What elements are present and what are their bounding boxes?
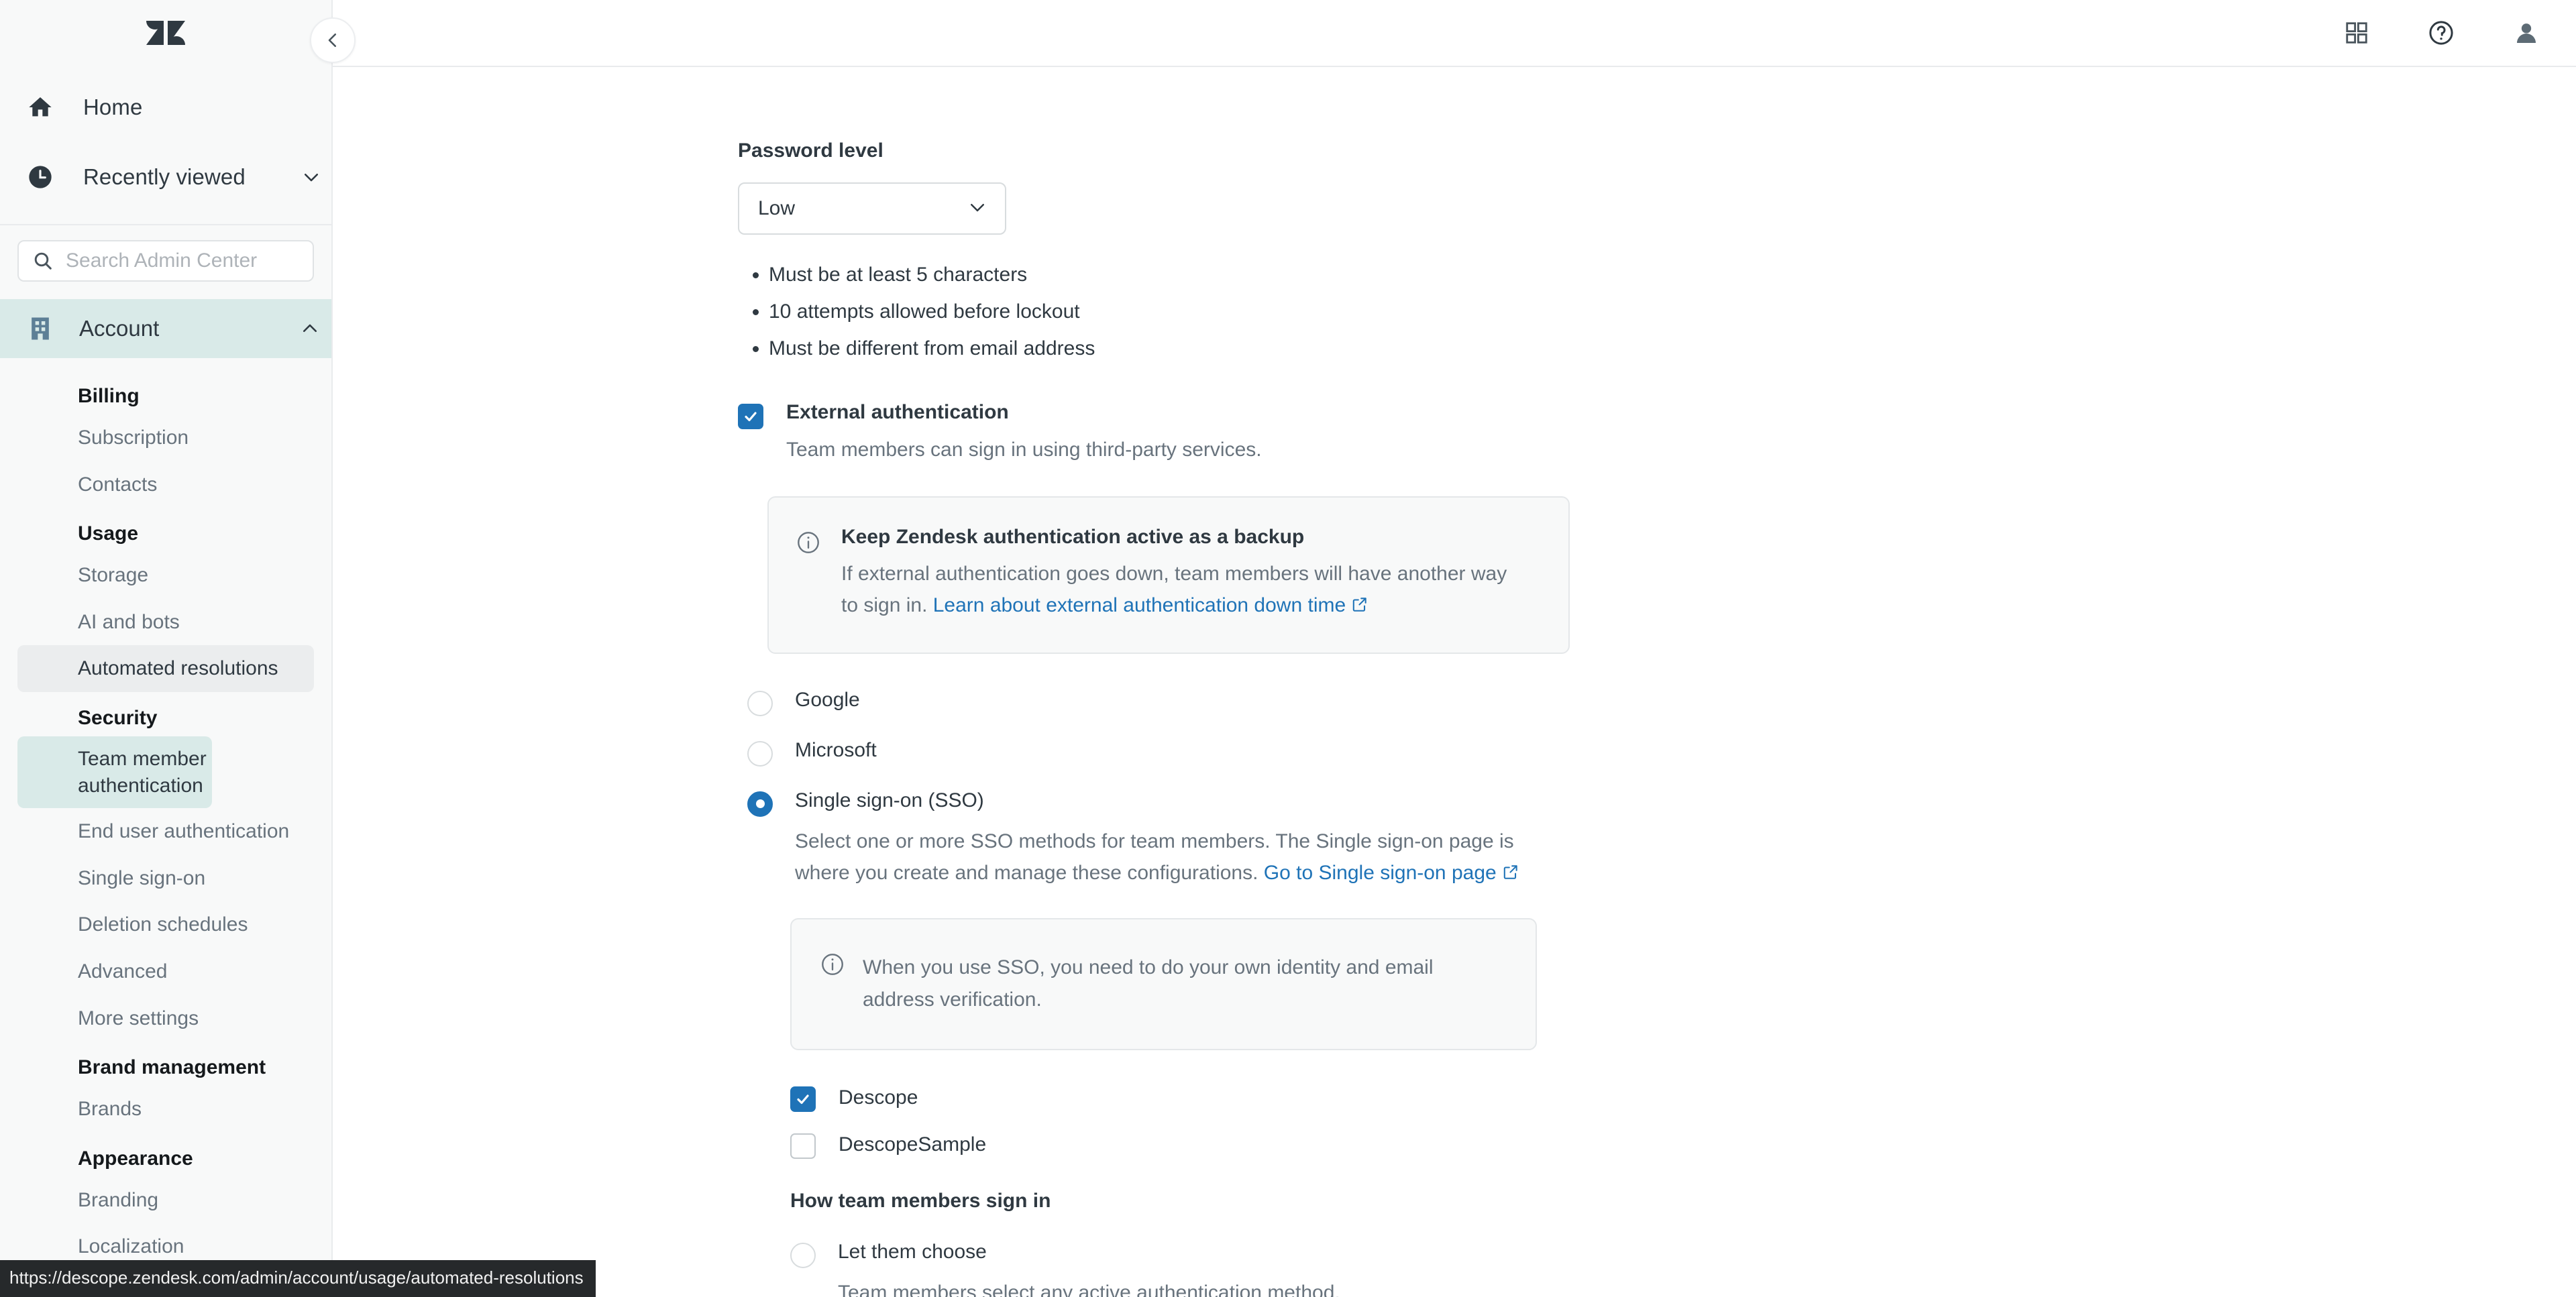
sign-in-let-them-choose-description: Team members select any active authentic… (838, 1282, 1340, 1297)
zendesk-logo[interactable] (145, 14, 186, 59)
auth-method-option-sso: Single sign-on (SSO) Select one or more … (747, 789, 2576, 891)
sidebar-group-heading: Billing (78, 385, 140, 407)
sidebar-item-account[interactable]: Account (0, 299, 331, 358)
main-panel: Password level Low Must be at least 5 ch… (310, 0, 2576, 1297)
sso-config-descopesample-label: DescopeSample (839, 1133, 987, 1156)
sidebar-item-contacts[interactable]: Contacts (17, 461, 314, 508)
sidebar-group-heading: Usage (78, 522, 139, 545)
checkbox-descope[interactable] (790, 1086, 816, 1113)
sso-verification-text: When you use SSO, you need to do your ow… (863, 956, 1434, 1011)
password-level-label: Password level (738, 139, 883, 162)
sidebar-collapse-button[interactable] (310, 17, 356, 63)
admin-center-app: Home Recently viewed Search Admin Center… (0, 0, 2576, 1297)
external-authentication-checkbox-row[interactable]: External authentication (738, 401, 2576, 429)
auth-method-sso-label: Single sign-on (SSO) (795, 789, 984, 811)
user-avatar-icon[interactable] (2513, 19, 2540, 46)
how-team-members-sign-in-title: How team members sign in (790, 1190, 1051, 1213)
status-bar-url: https://descope.zendesk.com/admin/accoun… (0, 1260, 596, 1297)
sso-verification-callout: When you use SSO, you need to do your ow… (790, 918, 1537, 1051)
radio-let-them-choose[interactable] (790, 1243, 816, 1269)
auth-method-microsoft-label: Microsoft (795, 738, 877, 761)
radio-google[interactable] (747, 690, 773, 716)
checkbox-descopesample[interactable] (790, 1133, 816, 1160)
sidebar: Home Recently viewed Search Admin Center… (0, 0, 333, 1297)
external-link-icon[interactable] (1502, 859, 1519, 891)
sidebar-item-subscription[interactable]: Subscription (17, 414, 314, 461)
apps-grid-icon[interactable] (2344, 20, 2369, 46)
sidebar-item-more-settings[interactable]: More settings (17, 995, 314, 1042)
chevron-down-icon[interactable] (291, 167, 331, 187)
sso-config-descopesample[interactable]: DescopeSample (790, 1131, 2576, 1160)
password-level-select[interactable]: Low (738, 182, 1006, 235)
sidebar-item-account-label: Account (79, 316, 160, 341)
sidebar-item-recently-viewed[interactable]: Recently viewed (0, 142, 331, 212)
backup-auth-callout-text: If external authentication goes down, te… (841, 558, 1519, 623)
home-icon (27, 94, 68, 121)
sign-in-option-let-them-choose: Let them choose Team members select any … (790, 1241, 2576, 1297)
how-team-members-sign-in-section: How team members sign in Let them choose… (790, 1190, 2576, 1297)
search-icon (32, 250, 55, 272)
sidebar-item-advanced[interactable]: Advanced (17, 948, 314, 995)
sidebar-item-single-sign-on[interactable]: Single sign-on (17, 855, 314, 902)
sidebar-item-storage[interactable]: Storage (17, 552, 314, 599)
sign-in-let-them-choose-label: Let them choose (838, 1241, 987, 1263)
auth-method-option-google[interactable]: Google (747, 689, 2576, 716)
auth-method-radio-group: Google Microsoft Single sign-on (SSO) Se… (738, 689, 2576, 891)
sidebar-search-wrap: Search Admin Center (0, 225, 331, 299)
sidebar-item-brands[interactable]: Brands (17, 1086, 314, 1133)
help-circle-icon[interactable] (2427, 19, 2455, 47)
sidebar-group-heading: Appearance (78, 1147, 193, 1170)
external-authentication-checkbox[interactable] (738, 404, 763, 429)
radio-microsoft[interactable] (747, 740, 773, 767)
search-input[interactable]: Search Admin Center (17, 240, 314, 282)
search-placeholder: Search Admin Center (66, 249, 258, 272)
sidebar-item-branding[interactable]: Branding (17, 1177, 314, 1224)
sidebar-item-automated-resolutions[interactable]: Automated resolutions (17, 645, 314, 692)
zendesk-logo-row (0, 0, 331, 72)
external-authentication-section: External authentication Team members can… (738, 401, 2576, 654)
backup-auth-callout: Keep Zendesk authentication active as a … (767, 496, 1570, 654)
password-requirement: Must be at least 5 characters (769, 259, 2576, 291)
auth-method-sso-row[interactable]: Single sign-on (SSO) (747, 789, 2576, 817)
clock-icon (27, 164, 68, 190)
top-bar (333, 0, 2576, 67)
password-requirement: Must be different from email address (769, 333, 2576, 365)
sidebar-item-ai-and-bots[interactable]: AI and bots (17, 599, 314, 646)
chevron-down-icon (967, 197, 987, 221)
sign-in-behavior-radio-group: Let them choose Team members select any … (790, 1241, 2576, 1297)
info-circle-icon (796, 530, 824, 559)
sso-config-descope-label: Descope (839, 1086, 918, 1109)
password-level-section: Password level Low Must be at least 5 ch… (738, 139, 2576, 365)
external-authentication-description: Team members can sign in using third-par… (786, 439, 1262, 461)
go-to-single-sign-on-link[interactable]: Go to Single sign-on page (1264, 862, 1497, 884)
sidebar-item-home-label: Home (83, 95, 143, 119)
sidebar-item-deletion-schedules[interactable]: Deletion schedules (17, 901, 314, 948)
chevron-up-icon[interactable] (288, 319, 331, 339)
external-link-icon[interactable] (1351, 591, 1368, 622)
learn-about-downtime-link[interactable]: Learn about external authentication down… (933, 594, 1346, 616)
sidebar-top-nav: Home Recently viewed (0, 72, 331, 221)
password-requirement: 10 attempts allowed before lockout (769, 296, 2576, 328)
settings-content: Password level Low Must be at least 5 ch… (333, 67, 2576, 1297)
info-circle-icon (820, 952, 845, 980)
auth-method-google-label: Google (795, 688, 860, 711)
sidebar-item-team-member-authentication[interactable]: Team member authentication (17, 736, 212, 809)
sidebar-group-heading: Brand management (78, 1056, 266, 1079)
password-requirements-list: Must be at least 5 characters 10 attempts… (738, 259, 2576, 365)
external-authentication-label: External authentication (786, 401, 1009, 423)
sidebar-subnav: Billing Subscription Contacts Usage Storage A… (0, 358, 331, 1270)
sso-config-list: Descope DescopeSample (790, 1084, 2576, 1160)
building-icon (25, 314, 63, 343)
backup-auth-callout-title: Keep Zendesk authentication active as a … (841, 526, 1305, 548)
radio-single-sign-on[interactable] (747, 791, 773, 817)
sidebar-item-home[interactable]: Home (0, 72, 331, 142)
password-level-value: Low (758, 197, 796, 219)
auth-method-sso-description: Select one or more SSO methods for team … (795, 826, 1546, 891)
auth-method-option-microsoft[interactable]: Microsoft (747, 739, 2576, 767)
sidebar-group-heading: Security (78, 706, 158, 729)
sidebar-item-recently-viewed-label: Recently viewed (83, 164, 246, 189)
sidebar-item-end-user-authentication[interactable]: End user authentication (17, 808, 314, 855)
sso-config-descope[interactable]: Descope (790, 1084, 2576, 1113)
sign-in-let-them-choose-row[interactable]: Let them choose (790, 1241, 2576, 1269)
